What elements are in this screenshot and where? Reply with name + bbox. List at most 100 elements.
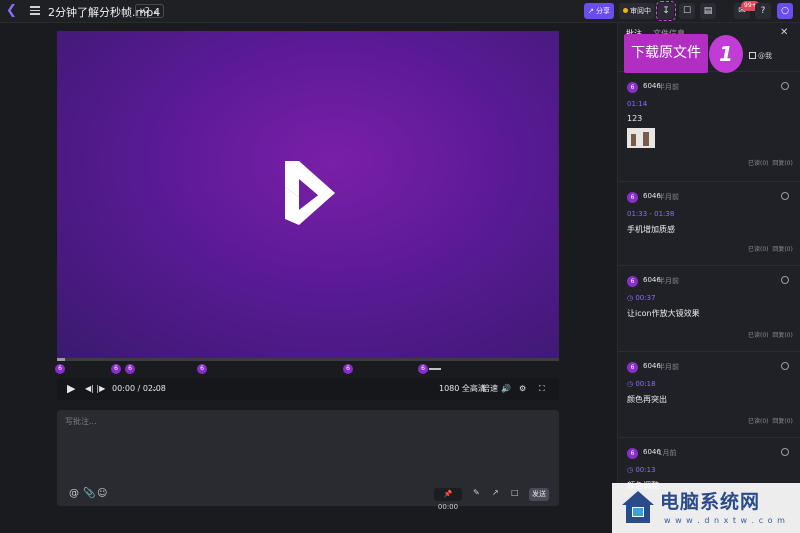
timeline-marker[interactable]: 6 xyxy=(343,364,353,374)
list-icon[interactable] xyxy=(30,6,40,16)
watermark-title: 电脑系统网 xyxy=(660,491,761,513)
comment-timestamp[interactable]: 01:14 xyxy=(627,100,647,108)
rectangle-icon[interactable]: □ xyxy=(511,488,519,497)
timestamp-label: 00:37 xyxy=(635,294,656,302)
mention-icon[interactable]: @ xyxy=(69,488,79,499)
comment-time: 半月前 xyxy=(658,363,679,371)
comment-actions: 已读(0) 回复(0) xyxy=(748,416,793,425)
avatar: 6 xyxy=(627,82,638,93)
timeline-marker[interactable]: 6 xyxy=(55,364,65,374)
comment-input[interactable]: 写批注... @ 📎 ☺ 📌 00:00 ✎ ↗ □ 发送 xyxy=(57,410,559,511)
comment-item[interactable]: 6 6046 半月前 ◷ 00:37 让icon作放大镜效果 已读(0) 回复(… xyxy=(618,265,800,351)
read-count[interactable]: 已读(0) xyxy=(748,246,769,253)
share-label: 分享 xyxy=(596,7,611,15)
range-line xyxy=(429,368,441,370)
comment-text: 颜色再突出 xyxy=(627,395,667,404)
comment-time: 半月前 xyxy=(658,83,679,91)
status-dot-icon xyxy=(623,8,628,13)
resolve-circle-icon[interactable] xyxy=(781,192,789,200)
comment-time: 半月前 xyxy=(658,193,679,201)
comment-item[interactable]: 6 6046 半月前 ◷ 00:18 颜色再突出 已读(0) 回复(0) xyxy=(618,351,800,437)
play-icon[interactable]: ▶ xyxy=(67,382,75,396)
comment-item[interactable]: 6 6046 半月前 01:33 - 01:38 手机增加质感 已读(0) 回复… xyxy=(618,181,800,265)
progress-bar[interactable] xyxy=(57,358,559,361)
attachment-icon[interactable]: 📎 xyxy=(83,488,95,499)
avatar: 6 xyxy=(627,276,638,287)
only-me-label: @我 xyxy=(758,52,772,60)
resolve-circle-icon[interactable] xyxy=(781,82,789,90)
avatar: 6 xyxy=(627,448,638,459)
read-count[interactable]: 已读(0) xyxy=(748,332,769,339)
review-status-button[interactable]: 审阅中 xyxy=(619,3,655,19)
step-number-badge: 1 xyxy=(709,35,743,73)
reply-button[interactable]: 回复(0) xyxy=(772,246,793,253)
comment-time: 1月前 xyxy=(658,449,677,457)
comment-timestamp[interactable]: ◷ 00:13 xyxy=(627,466,656,474)
send-button[interactable]: 发送 xyxy=(529,488,549,501)
avatar: 6 xyxy=(627,192,638,203)
only-me-filter[interactable]: @我 xyxy=(749,51,772,61)
house-logo-icon xyxy=(622,491,654,523)
player-controls: ▶ ◀| |▶ 00:00 / 02:08 ⌄ 1080 全高清 倍速 🔊 ⚙ … xyxy=(57,378,559,400)
bell-icon[interactable]: ☐ xyxy=(679,3,695,19)
checkbox-icon[interactable] xyxy=(749,52,756,59)
chevron-down-icon[interactable]: ⌄ xyxy=(151,382,158,396)
frame-step-icon[interactable]: ◀| |▶ xyxy=(85,382,105,396)
close-icon[interactable]: ✕ xyxy=(780,27,788,38)
comments-sidebar: 批注 文件信息 ✕ @我 6 6046 半月前 01:14 123 已读(0) … xyxy=(617,23,800,533)
comment-timestamp[interactable]: ◷ 00:37 xyxy=(627,294,656,302)
resolve-circle-icon[interactable] xyxy=(781,362,789,370)
read-count[interactable]: 已读(0) xyxy=(748,418,769,425)
quality-select[interactable]: 1080 全高清 xyxy=(439,382,486,396)
site-watermark: 电脑系统网 w w w . d n x t w . c o m xyxy=(612,483,800,533)
reply-button[interactable]: 回复(0) xyxy=(772,160,793,167)
timeline-marker[interactable]: 6 xyxy=(197,364,207,374)
help-button[interactable]: ? xyxy=(755,3,771,19)
download-callout: 下载原文件 xyxy=(624,34,708,73)
fullscreen-icon[interactable]: ⛶ xyxy=(539,382,545,396)
user-avatar-icon[interactable]: ○ xyxy=(777,3,793,19)
avatar: 6 xyxy=(627,362,638,373)
time-display: 00:00 / 02:08 xyxy=(112,384,166,393)
brand-logo-icon xyxy=(285,161,335,225)
resolve-circle-icon[interactable] xyxy=(781,448,789,456)
video-player[interactable] xyxy=(57,31,559,358)
timeline-marker[interactable]: 6 xyxy=(125,364,135,374)
time-stamp-chip[interactable]: 📌 00:00 xyxy=(434,488,462,511)
timestamp-label: 00:13 xyxy=(635,466,656,474)
comment-actions: 已读(0) 回复(0) xyxy=(748,244,793,253)
timestamp-label: 00:18 xyxy=(635,380,656,388)
time-chip-label: 00:00 xyxy=(437,503,459,511)
pen-icon[interactable]: ✎ xyxy=(473,488,480,497)
comment-item[interactable]: 6 6046 半月前 01:14 123 已读(0) 回复(0) xyxy=(618,71,800,171)
emoji-icon[interactable]: ☺ xyxy=(97,488,107,499)
arrow-icon[interactable]: ↗ xyxy=(492,488,499,497)
share-button[interactable]: ↗ 分享 xyxy=(584,3,614,19)
comment-placeholder: 写批注... xyxy=(65,417,97,426)
download-icon[interactable]: ↧ xyxy=(656,1,676,21)
comment-timestamp[interactable]: 01:33 - 01:38 xyxy=(627,210,674,218)
comment-text: 123 xyxy=(627,114,643,123)
version-label: v2 xyxy=(140,6,150,15)
timeline-marker[interactable]: 6 xyxy=(418,364,428,374)
review-label: 审阅中 xyxy=(630,7,651,15)
comment-text: 手机增加质感 xyxy=(627,225,675,234)
comment-timestamp[interactable]: ◷ 00:18 xyxy=(627,380,656,388)
resolve-circle-icon[interactable] xyxy=(781,276,789,284)
version-select[interactable]: v2 ⌄ xyxy=(135,4,165,18)
volume-icon[interactable]: 🔊 xyxy=(501,382,511,396)
speed-select[interactable]: 倍速 xyxy=(482,382,498,396)
back-icon[interactable]: ❮ xyxy=(6,4,20,18)
top-bar: ❮ 2分钟了解分秒帧.mp4 v2 ⌄ ↗ 分享 审阅中 ↧ ☐ ▤ ✉ 99+… xyxy=(0,0,800,23)
comment-actions: 已读(0) 回复(0) xyxy=(748,158,793,167)
comment-thumbnail[interactable] xyxy=(627,128,655,148)
watermark-url: w w w . d n x t w . c o m xyxy=(664,516,786,525)
comment-time: 半月前 xyxy=(658,277,679,285)
timeline-marker[interactable]: 6 xyxy=(111,364,121,374)
settings-gear-icon[interactable]: ⚙ xyxy=(519,382,526,396)
reply-button[interactable]: 回复(0) xyxy=(772,418,793,425)
reply-button[interactable]: 回复(0) xyxy=(772,332,793,339)
comment-actions: 已读(0) 回复(0) xyxy=(748,330,793,339)
read-count[interactable]: 已读(0) xyxy=(748,160,769,167)
layout-icon[interactable]: ▤ xyxy=(700,3,716,19)
